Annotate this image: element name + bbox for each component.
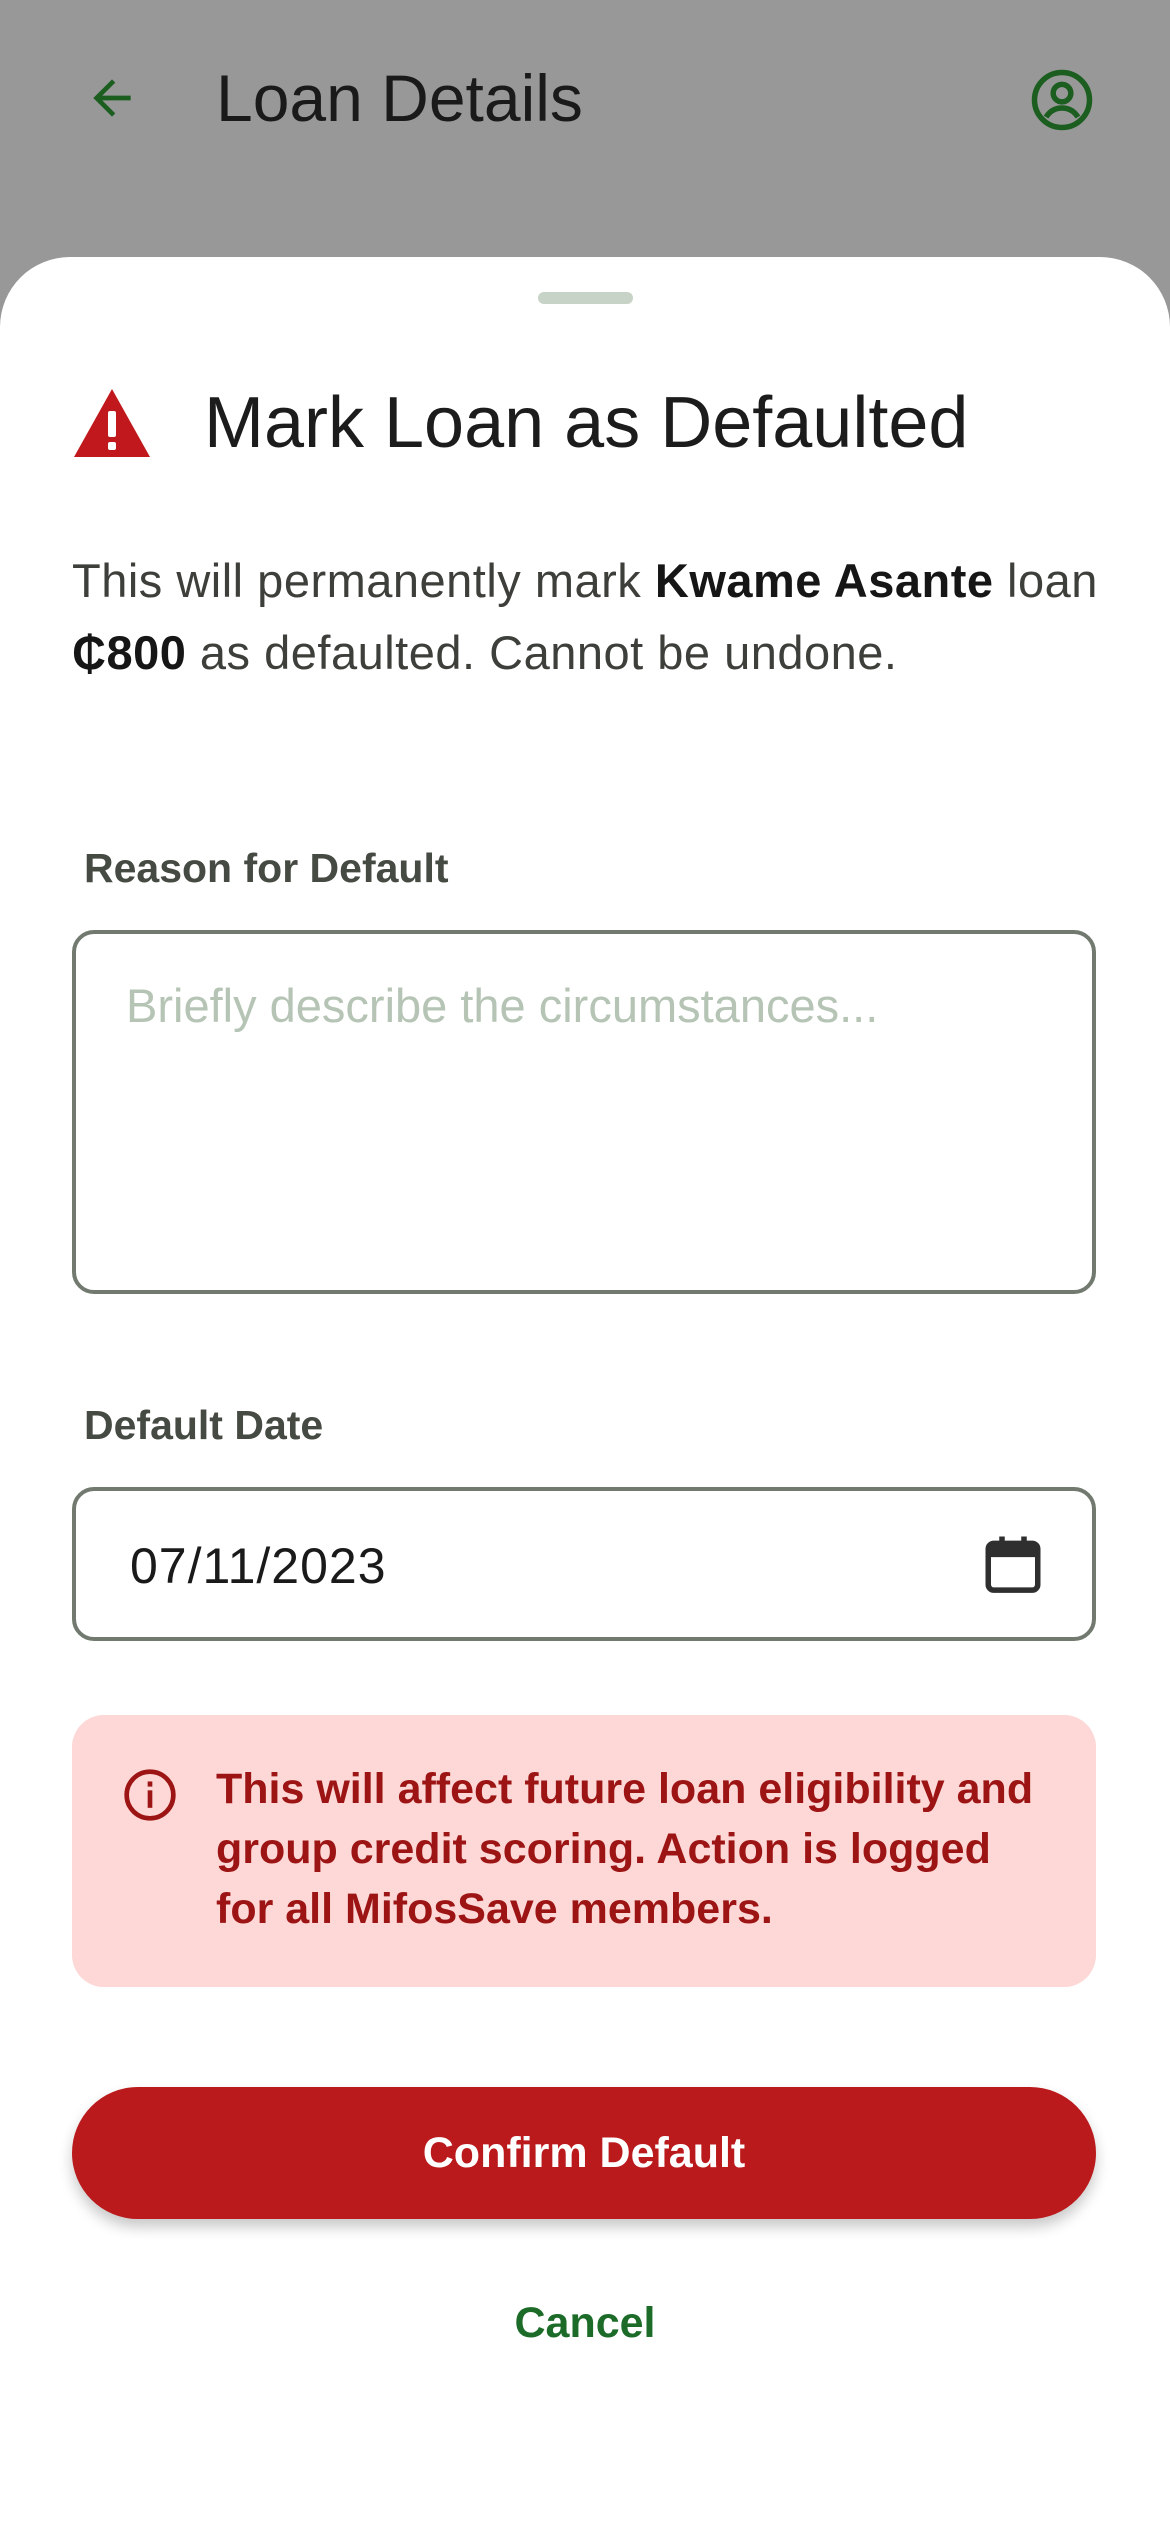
- reason-label: Reason for Default: [84, 845, 449, 891]
- page-title: Loan Details: [216, 61, 583, 135]
- reason-placeholder: Briefly describe the circumstances...: [126, 979, 879, 1032]
- date-label: Default Date: [84, 1402, 324, 1448]
- message-middle: loan: [993, 554, 1098, 607]
- back-button[interactable]: [72, 58, 152, 138]
- dialog-title: Mark Loan as Defaulted: [204, 383, 969, 463]
- confirm-default-button[interactable]: Confirm Default: [72, 2087, 1096, 2219]
- account-circle-icon: [1031, 69, 1093, 131]
- warning-triangle-icon: [74, 389, 150, 457]
- default-date-field[interactable]: 07/11/2023: [72, 1487, 1096, 1641]
- message-suffix: as defaulted. Cannot be undone.: [186, 626, 898, 679]
- arrow-left-icon: [93, 79, 131, 117]
- notice-text: This will affect future loan eligibility…: [216, 1765, 1034, 1933]
- message-prefix: This will permanently mark: [72, 554, 655, 607]
- drag-handle[interactable]: [538, 292, 633, 304]
- confirmation-message: This will permanently mark Kwame Asante …: [72, 545, 1112, 689]
- warning-notice: This will affect future loan eligibility…: [72, 1715, 1096, 1987]
- app-bar: Loan Details: [0, 0, 1170, 260]
- calendar-icon[interactable]: [980, 1531, 1046, 1597]
- date-value: 07/11/2023: [130, 1538, 387, 1594]
- info-icon: [124, 1769, 176, 1821]
- bottom-sheet: Mark Loan as Defaulted This will permane…: [0, 257, 1170, 2532]
- loan-amount: ₵800: [72, 626, 187, 679]
- profile-button[interactable]: [1020, 58, 1104, 142]
- cancel-button[interactable]: Cancel: [435, 2283, 735, 2363]
- reason-textarea[interactable]: Briefly describe the circumstances...: [72, 930, 1096, 1294]
- member-name: Kwame Asante: [654, 554, 994, 607]
